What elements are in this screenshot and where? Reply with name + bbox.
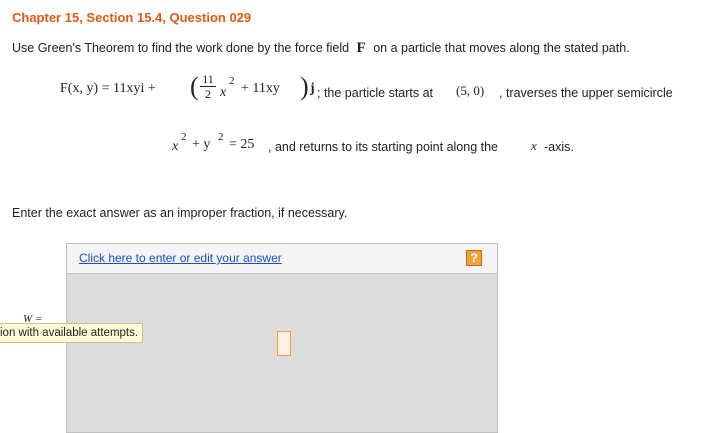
start-point: (5, 0) — [456, 83, 485, 98]
answer-input[interactable] — [277, 331, 291, 356]
right-paren: ) — [300, 72, 309, 101]
instruction-text: Enter the exact answer as an improper fr… — [12, 206, 348, 220]
path-text: , traverses the upper semicircle — [499, 86, 673, 100]
circle-x: x — [172, 139, 179, 154]
axis-text: -axis. — [544, 140, 574, 154]
attempts-tooltip: ion with available attempts. — [0, 323, 144, 343]
axis-symbol: x — [531, 138, 537, 153]
force-field-mid: + 11xy — [241, 81, 280, 96]
question-intro: Use Green's Theorem to find the work don… — [12, 40, 630, 56]
fraction: 11 2 — [200, 73, 216, 101]
circle-y-exponent: 2 — [218, 131, 224, 143]
start-text: ; the particle starts at — [317, 86, 434, 100]
edit-answer-link[interactable]: Click here to enter or edit your answer — [79, 251, 282, 265]
circle-rhs: = 25 — [229, 137, 255, 152]
return-text: , and returns to its starting point alon… — [268, 140, 498, 154]
unit-vector-j: j — [310, 81, 315, 96]
force-field-lhs: F(x, y) = 11xyi + — [60, 81, 156, 96]
question-title: Chapter 15, Section 15.4, Question 029 — [12, 10, 252, 25]
circle-plus-y: + y — [192, 137, 211, 152]
x-variable: x — [220, 85, 227, 100]
circle-x-exponent: 2 — [181, 131, 187, 143]
help-icon[interactable]: ? — [466, 250, 482, 266]
left-paren: ( — [190, 72, 199, 101]
exponent-2: 2 — [229, 75, 235, 87]
